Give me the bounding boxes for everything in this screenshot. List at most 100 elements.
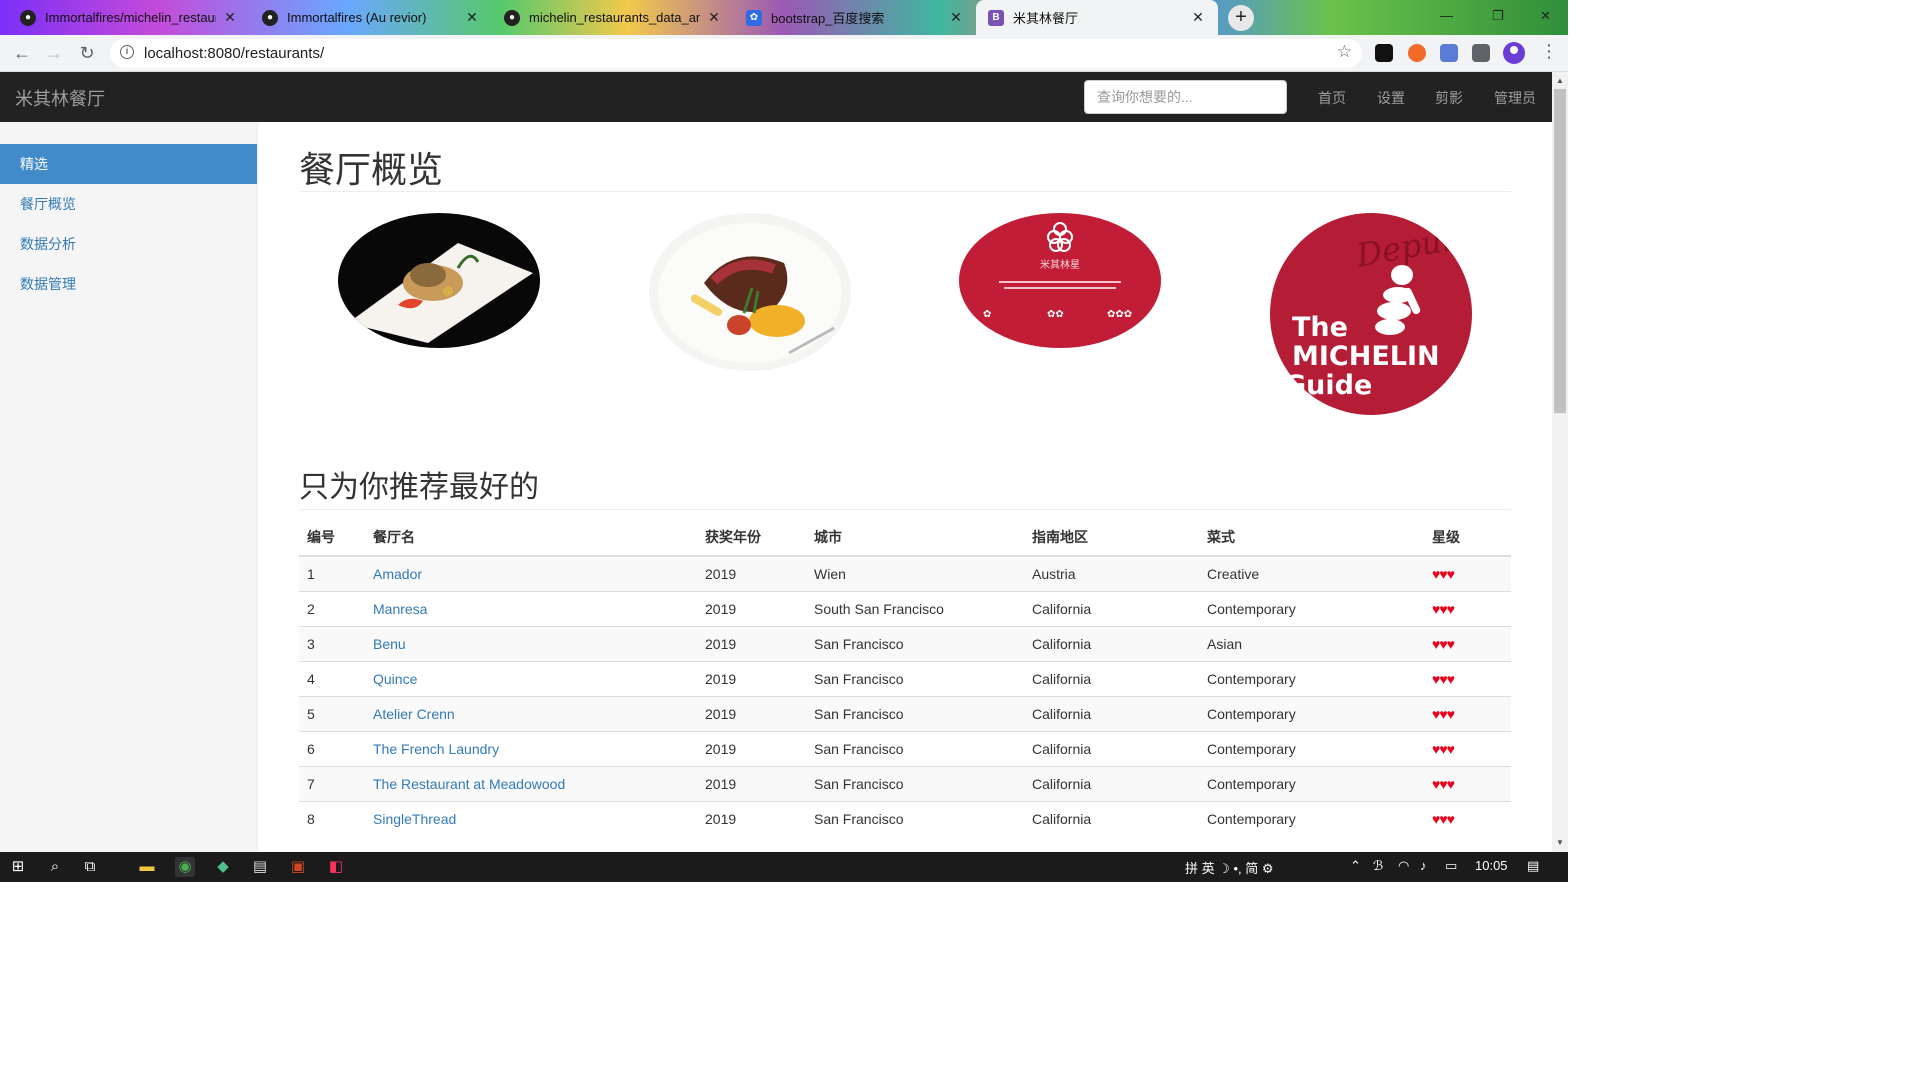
- page-scrollbar[interactable]: ▲ ▼: [1552, 72, 1568, 852]
- restaurant-link[interactable]: Quince: [373, 671, 417, 687]
- powerpoint-icon[interactable]: ▣: [288, 857, 308, 877]
- restaurant-link[interactable]: Benu: [373, 636, 406, 652]
- cell-city: Wien: [806, 555, 1024, 591]
- restaurant-link[interactable]: Manresa: [373, 601, 427, 617]
- scroll-up-icon[interactable]: ▲: [1556, 76, 1564, 85]
- browser-tab[interactable]: ● Immortalfires/michelin_restaur ✕: [8, 0, 250, 35]
- sidebar-item-featured[interactable]: 精选: [0, 144, 257, 184]
- close-window-icon[interactable]: ✕: [1540, 8, 1551, 24]
- heart-rating-icon: ♥♥♥: [1424, 625, 1511, 661]
- column-header-cuisine: 菜式: [1199, 518, 1424, 557]
- food-photo-steak: [649, 213, 851, 371]
- scrollbar-thumb[interactable]: [1554, 89, 1566, 413]
- close-icon[interactable]: ✕: [948, 9, 964, 26]
- new-tab-button[interactable]: +: [1228, 5, 1254, 31]
- nav-link-gallery[interactable]: 剪影: [1435, 88, 1463, 108]
- scroll-down-icon[interactable]: ▼: [1556, 838, 1564, 847]
- site-navbar: 米其林餐厅 首页 设置 剪影 管理员: [0, 72, 1552, 122]
- close-icon[interactable]: ✕: [1190, 9, 1206, 26]
- tab-title: Immortalfires (Au revior): [287, 10, 427, 25]
- github-icon: ●: [504, 9, 520, 26]
- extension-icon[interactable]: [1375, 44, 1393, 62]
- cell-cuisine: Contemporary: [1199, 765, 1424, 801]
- close-icon[interactable]: ✕: [464, 9, 480, 26]
- nav-link-home[interactable]: 首页: [1318, 88, 1346, 108]
- cell-year: 2019: [697, 695, 806, 731]
- browser-tab[interactable]: ● michelin_restaurants_data_an ✕: [492, 0, 734, 35]
- restaurant-link[interactable]: The French Laundry: [373, 741, 499, 757]
- section-heading-recommend: 只为你推荐最好的: [299, 471, 539, 504]
- profile-avatar[interactable]: [1503, 42, 1525, 64]
- close-icon[interactable]: ✕: [706, 9, 722, 26]
- windows-start-icon[interactable]: ⊞: [8, 857, 28, 877]
- cell-id: 2: [299, 590, 365, 626]
- cell-id: 3: [299, 625, 365, 661]
- info-icon[interactable]: i: [120, 45, 134, 59]
- notification-icon[interactable]: ▤: [1527, 858, 1539, 874]
- browser-tab[interactable]: ✿ bootstrap_百度搜索 ✕: [734, 0, 976, 35]
- extension-icon[interactable]: [1440, 44, 1458, 62]
- heart-rating-icon: ♥♥♥: [1424, 590, 1511, 626]
- notepad-icon[interactable]: ▤: [250, 857, 270, 877]
- column-header-name: 餐厅名: [365, 518, 697, 557]
- address-bar[interactable]: i localhost:8080/restaurants/ ☆: [110, 39, 1362, 68]
- cell-city: San Francisco: [806, 730, 1024, 766]
- battery-icon[interactable]: ▭: [1445, 858, 1457, 874]
- cell-cuisine: Contemporary: [1199, 660, 1424, 696]
- clock-time[interactable]: 10:05: [1475, 858, 1508, 873]
- bookmark-star-icon[interactable]: ☆: [1337, 42, 1352, 62]
- reload-icon[interactable]: ↻: [75, 41, 99, 65]
- search-icon[interactable]: ⌕: [45, 857, 65, 877]
- cell-region: Austria: [1024, 555, 1199, 591]
- minimize-icon[interactable]: —: [1440, 8, 1453, 23]
- cell-city: South San Francisco: [806, 590, 1024, 626]
- tray-expand-icon[interactable]: ⌃: [1350, 858, 1361, 874]
- heart-rating-icon: ♥♥♥: [1424, 695, 1511, 731]
- restaurant-link[interactable]: The Restaurant at Meadowood: [373, 776, 565, 792]
- table-row: 1 Amador 2019 Wien Austria Creative ♥♥♥: [299, 555, 1511, 591]
- star-card-caption: 米其林星: [1040, 260, 1080, 271]
- restaurant-link[interactable]: SingleThread: [373, 811, 456, 827]
- chrome-icon[interactable]: ◉: [175, 857, 195, 877]
- menu-kebab-icon[interactable]: ⋮: [1540, 41, 1558, 62]
- browser-tab[interactable]: ● Immortalfires (Au revior) ✕: [250, 0, 492, 35]
- back-icon[interactable]: ←: [10, 41, 34, 65]
- restore-icon[interactable]: ❐: [1492, 8, 1504, 24]
- cell-cuisine: Contemporary: [1199, 590, 1424, 626]
- cell-city: San Francisco: [806, 660, 1024, 696]
- column-header-year: 获奖年份: [697, 518, 806, 557]
- cell-city: San Francisco: [806, 800, 1024, 836]
- table-row: 6 The French Laundry 2019 San Francisco …: [299, 730, 1511, 766]
- cell-cuisine: Contemporary: [1199, 800, 1424, 836]
- ime-indicator[interactable]: 拼 英 ☽ •, 简 ⚙: [1185, 858, 1274, 877]
- search-input[interactable]: [1084, 80, 1287, 114]
- tray-app-icon[interactable]: ℬ: [1373, 858, 1383, 874]
- url-text[interactable]: localhost:8080/restaurants/: [144, 45, 324, 62]
- divider: [299, 509, 1511, 510]
- browser-tab-active[interactable]: B 米其林餐厅 ✕: [976, 0, 1218, 35]
- ide-icon[interactable]: ◧: [326, 857, 346, 877]
- file-explorer-icon[interactable]: ▬: [137, 857, 157, 877]
- task-view-icon[interactable]: ⧉: [80, 857, 100, 877]
- svg-text:✿: ✿: [983, 309, 991, 320]
- nav-link-admin[interactable]: 管理员: [1494, 88, 1536, 108]
- tab-title: bootstrap_百度搜索: [771, 11, 885, 26]
- wifi-icon[interactable]: ◠: [1398, 858, 1409, 874]
- extension-icon[interactable]: [1408, 44, 1426, 62]
- restaurant-link[interactable]: Amador: [373, 566, 422, 582]
- sidebar-item-analysis[interactable]: 数据分析: [0, 224, 257, 264]
- nav-link-settings[interactable]: 设置: [1377, 88, 1405, 108]
- cell-cuisine: Creative: [1199, 555, 1424, 591]
- food-photo-dessert: [338, 213, 540, 348]
- volume-icon[interactable]: ♪: [1420, 858, 1427, 873]
- sidebar-item-overview[interactable]: 餐厅概览: [0, 184, 257, 224]
- forward-icon[interactable]: →: [42, 41, 66, 65]
- git-icon[interactable]: ◆: [213, 857, 233, 877]
- cell-cuisine: Contemporary: [1199, 695, 1424, 731]
- restaurant-link[interactable]: Atelier Crenn: [373, 706, 455, 722]
- site-brand[interactable]: 米其林餐厅: [15, 85, 105, 111]
- cell-region: California: [1024, 800, 1199, 836]
- sidebar-item-data-management[interactable]: 数据管理: [0, 264, 257, 304]
- extensions-puzzle-icon[interactable]: [1472, 44, 1490, 62]
- close-icon[interactable]: ✕: [222, 9, 238, 26]
